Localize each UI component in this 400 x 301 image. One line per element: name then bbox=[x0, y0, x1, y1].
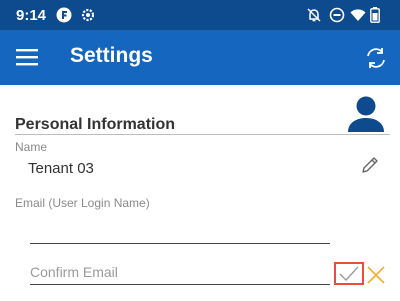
gear-icon bbox=[80, 7, 96, 23]
status-time: 9:14 bbox=[16, 7, 47, 24]
confirm-button[interactable] bbox=[334, 262, 364, 285]
name-value: Tenant 03 bbox=[28, 160, 94, 177]
email-field-underline bbox=[30, 243, 330, 244]
page-title: Settings bbox=[70, 44, 153, 67]
wifi-icon bbox=[350, 7, 366, 23]
battery-icon bbox=[370, 7, 386, 23]
status-bar: 9:14 bbox=[0, 0, 400, 30]
confirm-email-underline bbox=[30, 284, 330, 285]
cancel-x-icon[interactable] bbox=[366, 265, 386, 285]
email-label: Email (User Login Name) bbox=[15, 196, 150, 210]
section-divider bbox=[15, 134, 390, 135]
bell-off-icon bbox=[306, 7, 322, 23]
name-label: Name bbox=[15, 140, 48, 154]
do-not-disturb-icon bbox=[329, 7, 345, 23]
pencil-icon[interactable] bbox=[359, 154, 381, 176]
app-bar: Settings bbox=[0, 30, 400, 85]
person-icon[interactable] bbox=[346, 96, 386, 132]
confirm-email-field[interactable] bbox=[30, 260, 330, 284]
f-app-icon bbox=[56, 7, 72, 23]
section-title: Personal Information bbox=[15, 116, 176, 133]
sync-icon[interactable] bbox=[362, 44, 390, 72]
hamburger-menu-icon[interactable] bbox=[16, 48, 38, 66]
email-field[interactable] bbox=[30, 214, 330, 238]
